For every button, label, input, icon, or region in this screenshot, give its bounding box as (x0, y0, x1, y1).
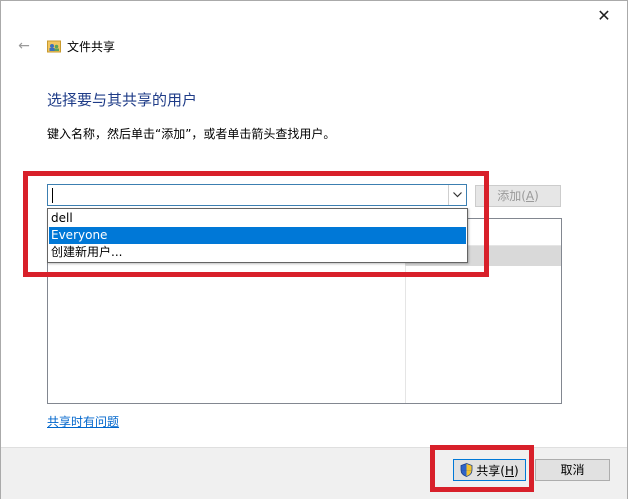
page-heading: 选择要与其共享的用户 (47, 91, 198, 109)
close-icon: ✕ (597, 6, 611, 25)
close-button[interactable]: ✕ (591, 5, 617, 27)
annotation-highlight-dropdown (23, 171, 489, 277)
annotation-highlight-share-button (430, 445, 534, 492)
cancel-button[interactable]: 取消 (535, 459, 610, 481)
back-arrow-icon: ← (18, 38, 30, 54)
users-folder-icon (47, 40, 61, 53)
back-button[interactable]: ← (15, 37, 33, 55)
file-sharing-window: ✕ ← 文件共享 选择要与其共享的用户 键入名称，然后单击“添加”，或者单击箭头… (0, 0, 628, 499)
sharing-help-link[interactable]: 共享时有问题 (47, 413, 119, 430)
window-title: 文件共享 (67, 40, 116, 54)
instruction-text: 键入名称，然后单击“添加”，或者单击箭头查找用户。 (47, 127, 336, 141)
